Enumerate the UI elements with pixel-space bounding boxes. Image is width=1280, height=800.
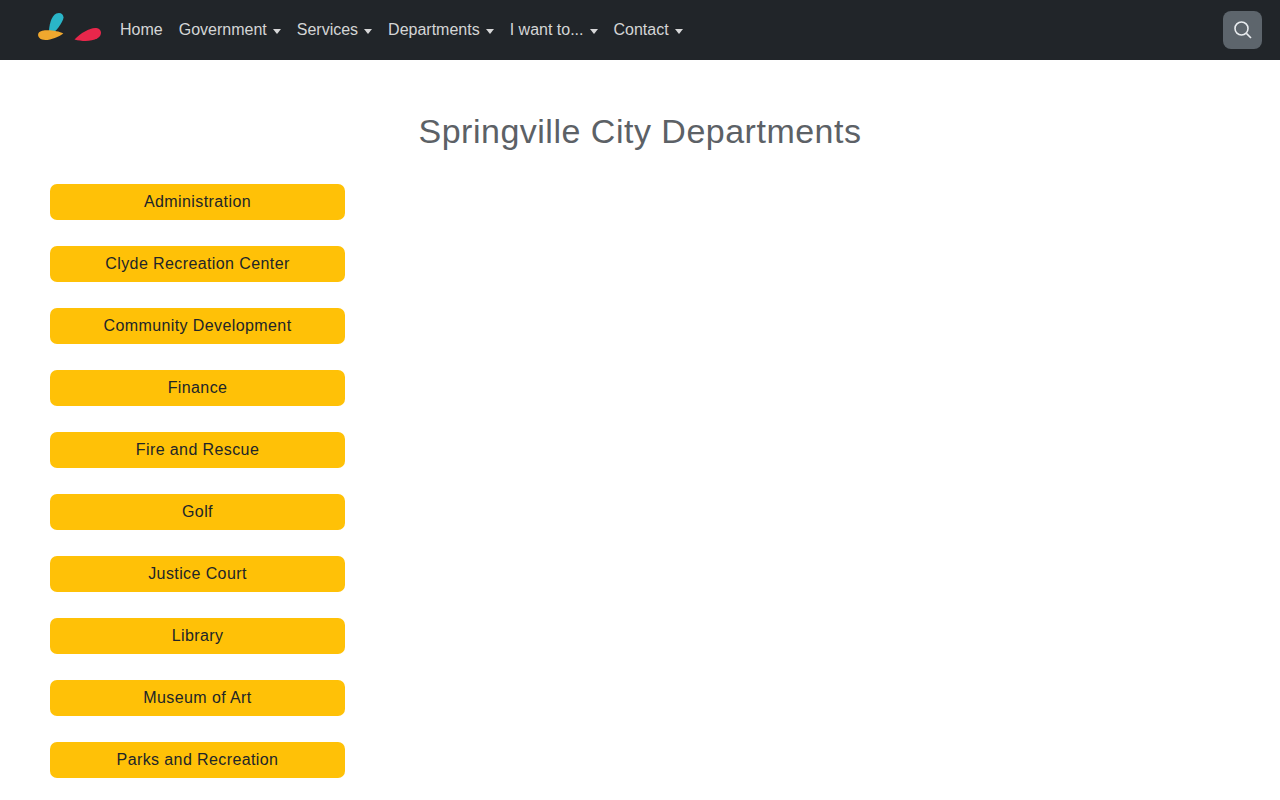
chevron-down-icon xyxy=(486,29,494,34)
chevron-down-icon xyxy=(273,29,281,34)
department-button-community-development[interactable]: Community Development xyxy=(50,308,345,344)
department-button-administration[interactable]: Administration xyxy=(50,184,345,220)
nav-item-label: Departments xyxy=(388,21,480,39)
department-button-golf[interactable]: Golf xyxy=(50,494,345,530)
chevron-down-icon xyxy=(364,29,372,34)
navbar: Home Government Services Departments I want … xyxy=(0,0,1280,60)
page-title: Springville City Departments xyxy=(0,112,1280,151)
department-button-parks-and-recreation[interactable]: Parks and Recreation xyxy=(50,742,345,778)
department-button-clyde-recreation-center[interactable]: Clyde Recreation Center xyxy=(50,246,345,282)
chevron-down-icon xyxy=(590,29,598,34)
chevron-down-icon xyxy=(675,29,683,34)
nav-item-contact[interactable]: Contact xyxy=(606,13,691,47)
city-logo[interactable] xyxy=(37,12,103,42)
department-button-museum-of-art[interactable]: Museum of Art xyxy=(50,680,345,716)
nav-item-services[interactable]: Services xyxy=(289,13,380,47)
nav-menu: Home Government Services Departments I want … xyxy=(112,13,691,47)
department-button-justice-court[interactable]: Justice Court xyxy=(50,556,345,592)
main-content: Springville City Departments Administrat… xyxy=(0,112,1280,778)
department-button-fire-and-rescue[interactable]: Fire and Rescue xyxy=(50,432,345,468)
department-button-library[interactable]: Library xyxy=(50,618,345,654)
department-list: Administration Clyde Recreation Center Com… xyxy=(50,184,345,778)
search-button[interactable] xyxy=(1223,11,1262,49)
nav-item-label: Home xyxy=(120,21,163,39)
splash-logo-icon xyxy=(37,12,103,42)
nav-item-government[interactable]: Government xyxy=(171,13,289,47)
nav-item-i-want-to[interactable]: I want to... xyxy=(502,13,606,47)
nav-item-home[interactable]: Home xyxy=(112,13,171,47)
nav-item-label: I want to... xyxy=(510,21,584,39)
nav-item-label: Government xyxy=(179,21,267,39)
nav-item-label: Contact xyxy=(614,21,669,39)
nav-item-departments[interactable]: Departments xyxy=(380,13,502,47)
department-button-finance[interactable]: Finance xyxy=(50,370,345,406)
search-icon xyxy=(1232,19,1254,41)
nav-item-label: Services xyxy=(297,21,358,39)
